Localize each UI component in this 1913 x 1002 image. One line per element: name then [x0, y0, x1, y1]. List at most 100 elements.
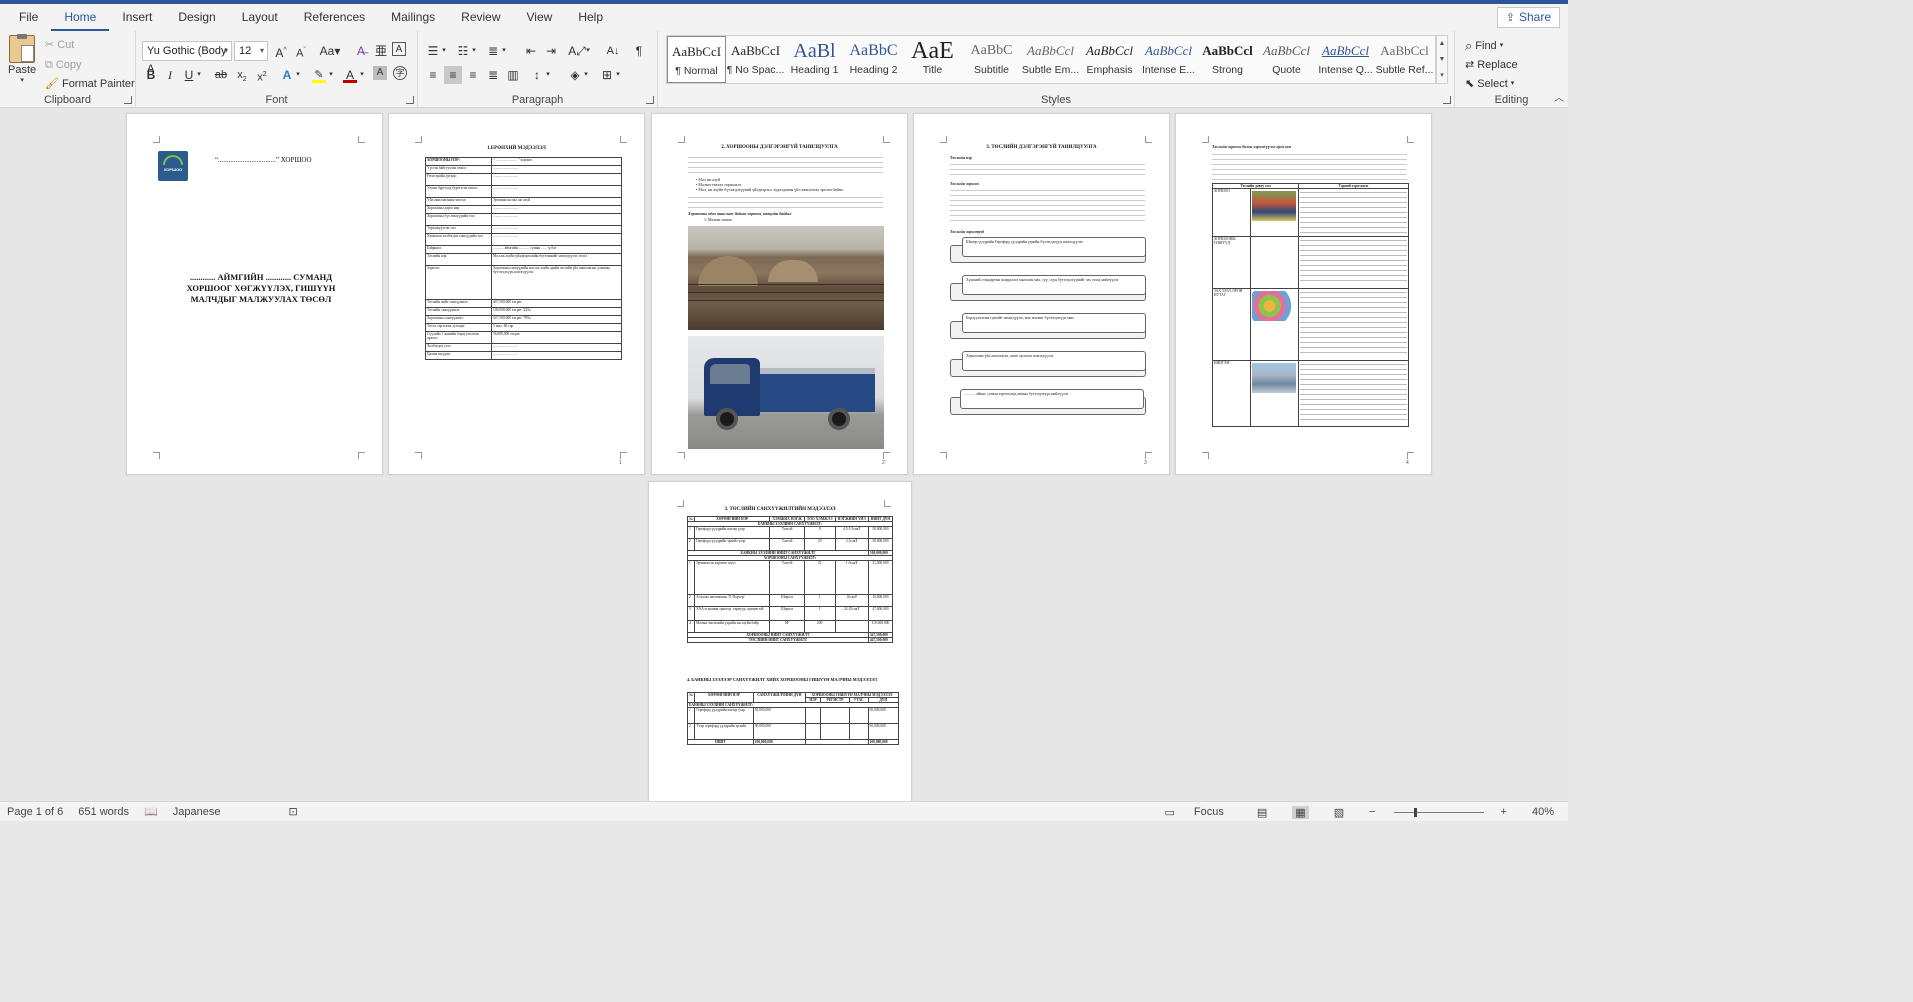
clear-formatting-icon[interactable]: A̶ — [352, 42, 370, 60]
word-count[interactable]: 651 words — [78, 806, 129, 818]
table-cell-value: Эрчимжсэн мал аж ахуй — [491, 197, 622, 206]
grow-font-icon[interactable]: A^ — [272, 42, 290, 60]
align-center-icon[interactable]: ≡ — [444, 66, 462, 84]
accessibility-icon[interactable]: ⊡ — [288, 805, 297, 818]
font-size-select[interactable]: 12 ▾ — [234, 41, 268, 61]
zoom-level[interactable]: 40% — [1532, 806, 1554, 818]
style-emphasis[interactable]: AaBbCcl Emphasis — [1080, 36, 1139, 83]
dialog-launcher-icon[interactable] — [124, 96, 132, 104]
strikethrough-icon[interactable]: ab — [212, 66, 230, 84]
style-strong[interactable]: AaBbCcl Strong — [1198, 36, 1257, 83]
find-button[interactable]: ⌕ Find ▾ — [1465, 38, 1503, 54]
collapse-ribbon-icon[interactable]: ︿ — [1554, 89, 1564, 104]
paragraph-label: Paragraph — [511, 94, 564, 106]
tab-design[interactable]: Design — [165, 4, 228, 31]
style-title[interactable]: AaE Title — [903, 36, 962, 83]
tab-mailings[interactable]: Mailings — [378, 4, 448, 31]
tab-file[interactable]: File — [6, 4, 51, 31]
chevron-down-icon[interactable]: ▾ — [195, 66, 203, 84]
tab-help[interactable]: Help — [565, 4, 616, 31]
dialog-launcher-icon[interactable] — [1443, 96, 1451, 104]
tab-home[interactable]: Home — [51, 4, 110, 31]
dialog-launcher-icon[interactable] — [646, 96, 654, 104]
align-left-icon[interactable]: ≡ — [424, 66, 442, 84]
page-6[interactable]: 3. ТӨСЛИЙН САНХҮҮЖИЛТИЙН МЭДЭЭЛЭЛ № ХӨРӨН… — [648, 481, 912, 801]
copy-button[interactable]: ⧉ Copy — [45, 57, 82, 73]
style-normal[interactable]: AaBbCcI ¶ Normal — [667, 36, 726, 83]
document-area[interactable]: ХОРШОО “................................… — [0, 108, 1568, 801]
table-cell-label: Байршил: — [425, 245, 492, 254]
table-cell-label: ХОРШООНЫ НЭР: — [425, 157, 492, 166]
chevron-down-icon[interactable]: ▾ — [584, 42, 592, 60]
dialog-launcher-icon[interactable] — [406, 96, 414, 104]
page-3[interactable]: 2. ХОРШООНЫ ДЭЛГЭРЭНГҮЙ ТАНИЛЦУУЛГА • Ма… — [651, 113, 908, 475]
character-border-icon[interactable]: A — [392, 42, 406, 56]
language-indicator[interactable]: Japanese — [173, 806, 221, 818]
style-intense-emphasis[interactable]: AaBbCcl Intense E... — [1139, 36, 1198, 83]
focus-button[interactable]: ▭ Focus — [1158, 806, 1232, 819]
web-layout-icon[interactable]: ▧ — [1334, 806, 1344, 819]
increase-indent-icon[interactable]: ⇥ — [542, 42, 560, 60]
chevron-down-icon[interactable]: ▾ — [294, 66, 302, 84]
style-heading-1[interactable]: AaBl Heading 1 — [785, 36, 844, 83]
tab-layout[interactable]: Layout — [229, 4, 291, 31]
bold-icon[interactable]: B — [142, 66, 160, 84]
page-count[interactable]: Page 1 of 6 — [7, 806, 63, 818]
chevron-down-icon[interactable]: ▾ — [544, 66, 552, 84]
page-1[interactable]: ХОРШОО “................................… — [126, 113, 383, 475]
style-subtle-emphasis[interactable]: AaBbCcl Subtle Em... — [1021, 36, 1080, 83]
italic-icon[interactable]: I — [161, 66, 179, 84]
replace-button[interactable]: ⇄ Replace — [1465, 57, 1518, 73]
superscript-icon[interactable]: x2 — [253, 66, 271, 84]
highlight-icon[interactable]: ✎ — [310, 66, 328, 84]
style-subtle-reference[interactable]: AaBbCcl Subtle Ref... — [1375, 36, 1434, 83]
font-color-icon[interactable]: A — [341, 66, 359, 84]
shrink-font-icon[interactable]: Aˇ — [292, 42, 310, 60]
tab-insert[interactable]: Insert — [109, 4, 165, 31]
distributed-icon[interactable]: ▥ — [504, 66, 522, 84]
paste-button[interactable]: Paste ▾ — [8, 34, 36, 85]
paste-icon — [9, 34, 36, 63]
select-button[interactable]: ⬉ Select ▾ — [1465, 76, 1514, 92]
change-case-icon[interactable]: Aa▾ — [317, 42, 343, 60]
tab-review[interactable]: Review — [448, 4, 513, 31]
zoom-slider[interactable] — [1393, 807, 1484, 817]
chevron-down-icon[interactable]: ▾ — [327, 66, 335, 84]
decrease-indent-icon[interactable]: ⇤ — [522, 42, 540, 60]
subscript-icon[interactable]: x2 — [233, 66, 251, 84]
page-4[interactable]: 3. ТӨСЛИЙН ДЭЛГЭРЭНГҮЙ ТАНИЛЦУУЛГА Төсли… — [913, 113, 1170, 475]
chevron-down-icon[interactable]: ▾ — [470, 42, 478, 60]
sort-icon[interactable]: A↓ — [604, 42, 622, 60]
page-5[interactable]: Төслийн зорилго болон хэрэгжүүлэх арга з… — [1175, 113, 1432, 475]
zoom-out-icon[interactable]: − — [1369, 806, 1375, 818]
style-no-spacing[interactable]: AaBbCcI ¶ No Spac... — [726, 36, 785, 83]
enclose-characters-icon[interactable]: 字 — [393, 66, 407, 80]
style-subtitle[interactable]: AaBbC Subtitle — [962, 36, 1021, 83]
share-button[interactable]: ⇪ Share — [1496, 7, 1560, 28]
justify-icon[interactable]: ≣ — [484, 66, 502, 84]
font-family-select[interactable]: Yu Gothic (Body A ▾ — [142, 41, 232, 75]
phonetic-guide-icon[interactable]: 亜 — [372, 42, 390, 60]
chevron-down-icon[interactable]: ▾ — [582, 66, 590, 84]
chevron-down-icon[interactable]: ▾ — [358, 66, 366, 84]
read-mode-icon[interactable]: ▤ — [1257, 806, 1267, 819]
pilcrow-icon[interactable]: ¶ — [630, 42, 648, 60]
chevron-down-icon[interactable]: ▾ — [614, 66, 622, 84]
align-right-icon[interactable]: ≡ — [464, 66, 482, 84]
chevron-down-icon[interactable]: ▾ — [440, 42, 448, 60]
chevron-down-icon[interactable]: ▾ — [500, 42, 508, 60]
styles-gallery-scroll[interactable]: ▲ ▼ ▾ — [1436, 35, 1448, 84]
style-quote[interactable]: AaBbCcl Quote — [1257, 36, 1316, 83]
cut-button[interactable]: ✂ Cut — [45, 37, 74, 53]
style-intense-quote[interactable]: AaBbCcl Intense Q... — [1316, 36, 1375, 83]
zoom-in-icon[interactable]: + — [1501, 806, 1507, 818]
tab-view[interactable]: View — [514, 4, 566, 31]
proofing-icon[interactable]: 📖 — [144, 805, 158, 818]
illustration-image — [1252, 291, 1296, 321]
page-2[interactable]: 1.ЕРӨНХИЙ МЭДЭЭЛЭЛ ХОРШООНЫ НЭР: “ ......… — [388, 113, 645, 475]
character-shading-icon[interactable]: A — [373, 66, 387, 80]
format-painter-button[interactable]: 🖌 Format Painter — [45, 76, 135, 92]
style-heading-2[interactable]: AaBbC Heading 2 — [844, 36, 903, 83]
tab-references[interactable]: References — [291, 4, 378, 31]
print-layout-icon[interactable]: ▦ — [1292, 805, 1309, 819]
